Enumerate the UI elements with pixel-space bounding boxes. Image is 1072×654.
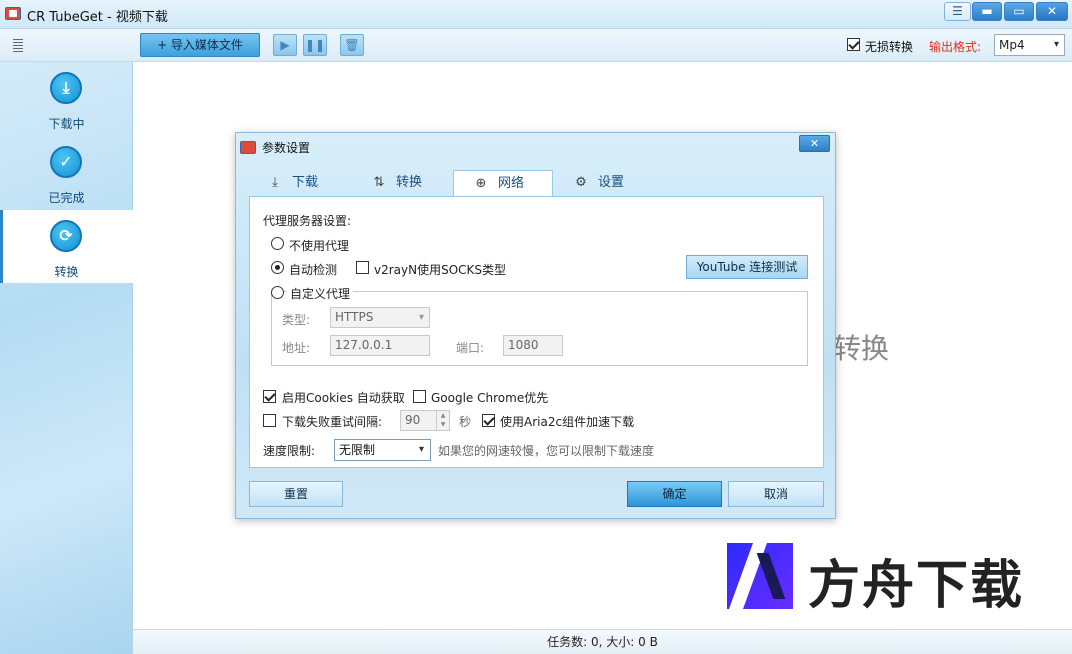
proxy-heading: 代理服务器设置: bbox=[263, 214, 352, 228]
retry-unit-label: 秒 bbox=[459, 415, 472, 429]
lossless-label: 无损转换 bbox=[865, 40, 914, 54]
dialog-close-button[interactable]: ✕ bbox=[799, 135, 830, 152]
cancel-button[interactable]: 取消 bbox=[728, 481, 824, 507]
v2rayn-checkbox[interactable] bbox=[356, 261, 369, 274]
no-proxy-label: 不使用代理 bbox=[289, 239, 350, 253]
proxy-type-select[interactable]: HTTPS ▾ bbox=[330, 307, 430, 328]
network-panel: 代理服务器设置: 不使用代理 自动检测 v2rayN使用SOCKS类型 YouT… bbox=[249, 196, 824, 468]
chrome-label: Google Chrome优先 bbox=[431, 391, 549, 405]
proxy-port-label: 端口: bbox=[456, 341, 485, 355]
ok-button[interactable]: 确定 bbox=[627, 481, 722, 507]
proxy-type-value: HTTPS bbox=[335, 310, 374, 324]
speed-limit-select[interactable]: 无限制 ▾ bbox=[334, 439, 431, 461]
auto-detect-label: 自动检测 bbox=[289, 263, 338, 277]
no-proxy-radio[interactable] bbox=[271, 237, 284, 250]
chevron-down-icon: ▾ bbox=[1053, 39, 1059, 50]
main-placeholder-text: 转换 bbox=[833, 332, 890, 365]
watermark-text: 方舟下载 bbox=[808, 556, 1025, 616]
import-media-button[interactable]: + 导入媒体文件 bbox=[140, 33, 260, 57]
tab-network[interactable]: ⊕ 网络 bbox=[453, 170, 553, 196]
watermark-logo bbox=[727, 543, 793, 609]
gear-icon: ⚙ bbox=[575, 175, 587, 190]
play-button[interactable]: ▶ bbox=[273, 34, 297, 56]
sidebar-item-downloading[interactable]: ⤓ 下载中 bbox=[0, 62, 133, 135]
custom-proxy-label: 自定义代理 bbox=[287, 285, 354, 302]
download-icon: ⤓ bbox=[272, 175, 278, 190]
sidebar-item-convert[interactable]: ⟳ 转换 bbox=[0, 210, 133, 283]
toolbar: + 导入媒体文件 ▶ ❚❚ 🗑 无损转换 输出格式: Mp4 ▾ bbox=[0, 29, 1072, 62]
speed-limit-value: 无限制 bbox=[339, 443, 376, 457]
chevron-down-icon: ▾ bbox=[418, 444, 424, 455]
tab-label: 网络 bbox=[498, 176, 525, 191]
tab-settings[interactable]: ⚙ 设置 bbox=[572, 170, 662, 196]
lossless-checkbox[interactable] bbox=[847, 38, 860, 51]
cookies-label: 启用Cookies 自动获取 bbox=[282, 391, 405, 405]
title-bar: CR TubeGet - 视频下载 ☰ ▬ ▭ ✕ bbox=[0, 0, 1072, 29]
retry-interval-value: 90 bbox=[405, 413, 421, 427]
app-logo-icon bbox=[240, 141, 256, 154]
minimize-button[interactable]: ▬ bbox=[972, 2, 1002, 21]
youtube-test-button[interactable]: YouTube 连接测试 bbox=[686, 255, 808, 279]
speed-limit-hint: 如果您的网速较慢，您可以限制下载速度 bbox=[438, 444, 655, 458]
app-logo-icon bbox=[5, 7, 21, 20]
retry-label: 下载失败重试间隔: bbox=[282, 415, 383, 429]
proxy-port-input[interactable]: 1080 bbox=[503, 335, 563, 356]
delete-button[interactable]: 🗑 bbox=[340, 34, 364, 56]
tab-label: 设置 bbox=[598, 175, 625, 190]
chevron-down-icon: ▾ bbox=[418, 312, 424, 323]
trash-icon: 🗑 bbox=[344, 38, 360, 52]
status-bar: 任务数: 0, 大小: 0 B bbox=[133, 629, 1072, 654]
sidebar-item-label: 转换 bbox=[54, 265, 79, 279]
output-format-value: Mp4 bbox=[999, 38, 1025, 52]
output-format-label: 输出格式: bbox=[929, 40, 982, 54]
convert-icon: ⟳ bbox=[50, 220, 82, 252]
globe-icon: ⊕ bbox=[475, 176, 487, 191]
tab-label: 下载 bbox=[292, 175, 319, 190]
reset-button[interactable]: 重置 bbox=[249, 481, 343, 507]
dialog-title: 参数设置 bbox=[262, 141, 311, 155]
v2rayn-label: v2rayN使用SOCKS类型 bbox=[374, 263, 507, 277]
tab-convert[interactable]: ⇅ 转换 bbox=[370, 170, 460, 196]
list-view-icon[interactable] bbox=[13, 39, 23, 53]
sidebar-item-label: 已完成 bbox=[48, 191, 85, 205]
play-icon: ▶ bbox=[280, 38, 290, 52]
download-icon: ⤓ bbox=[50, 72, 82, 104]
pause-icon: ❚❚ bbox=[304, 38, 326, 52]
retry-interval-stepper[interactable]: 90 ▲ ▼ bbox=[400, 410, 450, 431]
window-title: CR TubeGet - 视频下载 bbox=[27, 10, 168, 25]
aria2c-label: 使用Aria2c组件加速下载 bbox=[500, 415, 635, 429]
cookies-checkbox[interactable] bbox=[263, 390, 276, 403]
tab-label: 转换 bbox=[396, 175, 423, 190]
maximize-button[interactable]: ▭ bbox=[1004, 2, 1034, 21]
output-format-select[interactable]: Mp4 ▾ bbox=[994, 34, 1065, 56]
proxy-address-label: 地址: bbox=[282, 341, 311, 355]
sidebar: ⤓ 下载中 ✓ 已完成 ⟳ 转换 bbox=[0, 62, 133, 654]
stepper-arrows-icon[interactable]: ▲ ▼ bbox=[436, 411, 449, 430]
settings-dialog: 参数设置 ✕ ⤓ 下载 ⇅ 转换 ⊕ 网络 ⚙ 设置 代理服务器设置: 不使用代理 自动… bbox=[235, 132, 836, 519]
proxy-type-label: 类型: bbox=[282, 313, 311, 327]
sidebar-item-completed[interactable]: ✓ 已完成 bbox=[0, 136, 133, 209]
aria2c-checkbox[interactable] bbox=[482, 414, 495, 427]
chrome-checkbox[interactable] bbox=[413, 390, 426, 403]
pause-button[interactable]: ❚❚ bbox=[303, 34, 327, 56]
auto-detect-radio[interactable] bbox=[271, 261, 284, 274]
close-button[interactable]: ✕ bbox=[1036, 2, 1068, 21]
sidebar-item-label: 下载中 bbox=[48, 117, 85, 131]
tab-download[interactable]: ⤓ 下载 bbox=[266, 170, 356, 196]
custom-proxy-radio[interactable] bbox=[271, 286, 284, 299]
speed-limit-label: 速度限制: bbox=[263, 444, 316, 458]
retry-checkbox[interactable] bbox=[263, 414, 276, 427]
proxy-address-input[interactable]: 127.0.0.1 bbox=[330, 335, 430, 356]
menu-button[interactable]: ☰ bbox=[944, 2, 971, 21]
check-icon: ✓ bbox=[50, 146, 82, 178]
convert-icon: ⇅ bbox=[373, 175, 385, 190]
